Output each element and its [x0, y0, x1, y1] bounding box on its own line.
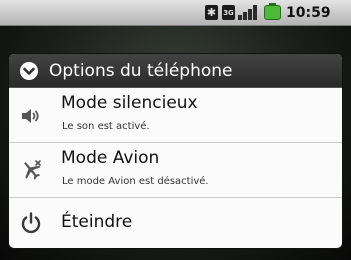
dialog-header: Options du téléphone	[9, 54, 342, 88]
airplane-mode-status: Le mode Avion est désactivé.	[62, 176, 209, 187]
signal-icon	[238, 5, 260, 20]
battery-icon	[264, 3, 281, 20]
network-3g-label: 3G	[223, 9, 234, 17]
airplane-mode-item[interactable]: Mode Avion Le mode Avion est désactivé.	[9, 143, 342, 198]
clock: 10:59 AM	[286, 5, 331, 47]
power-off-label: Éteindre	[61, 212, 133, 232]
power-off-item[interactable]: Éteindre	[9, 198, 342, 248]
phone-options-dialog: Options du téléphone Mode silencieux Le …	[9, 54, 342, 248]
airplane-icon	[24, 160, 41, 180]
silent-mode-status: Le son est activé.	[62, 121, 150, 132]
silent-mode-item[interactable]: Mode silencieux Le son est activé.	[9, 88, 342, 143]
power-icon	[21, 212, 41, 234]
dropdown-circle-icon	[20, 62, 38, 80]
airplane-mode-label: Mode Avion	[61, 148, 160, 168]
dialog-title: Options du téléphone	[49, 61, 233, 81]
speaker-icon	[22, 109, 39, 123]
bluetooth-icon: ✱	[205, 5, 218, 20]
silent-mode-label: Mode silencieux	[61, 93, 198, 113]
status-bar: ✱ 3G 10:59 AM	[0, 0, 351, 47]
network-3g-icon: 3G	[222, 5, 235, 20]
